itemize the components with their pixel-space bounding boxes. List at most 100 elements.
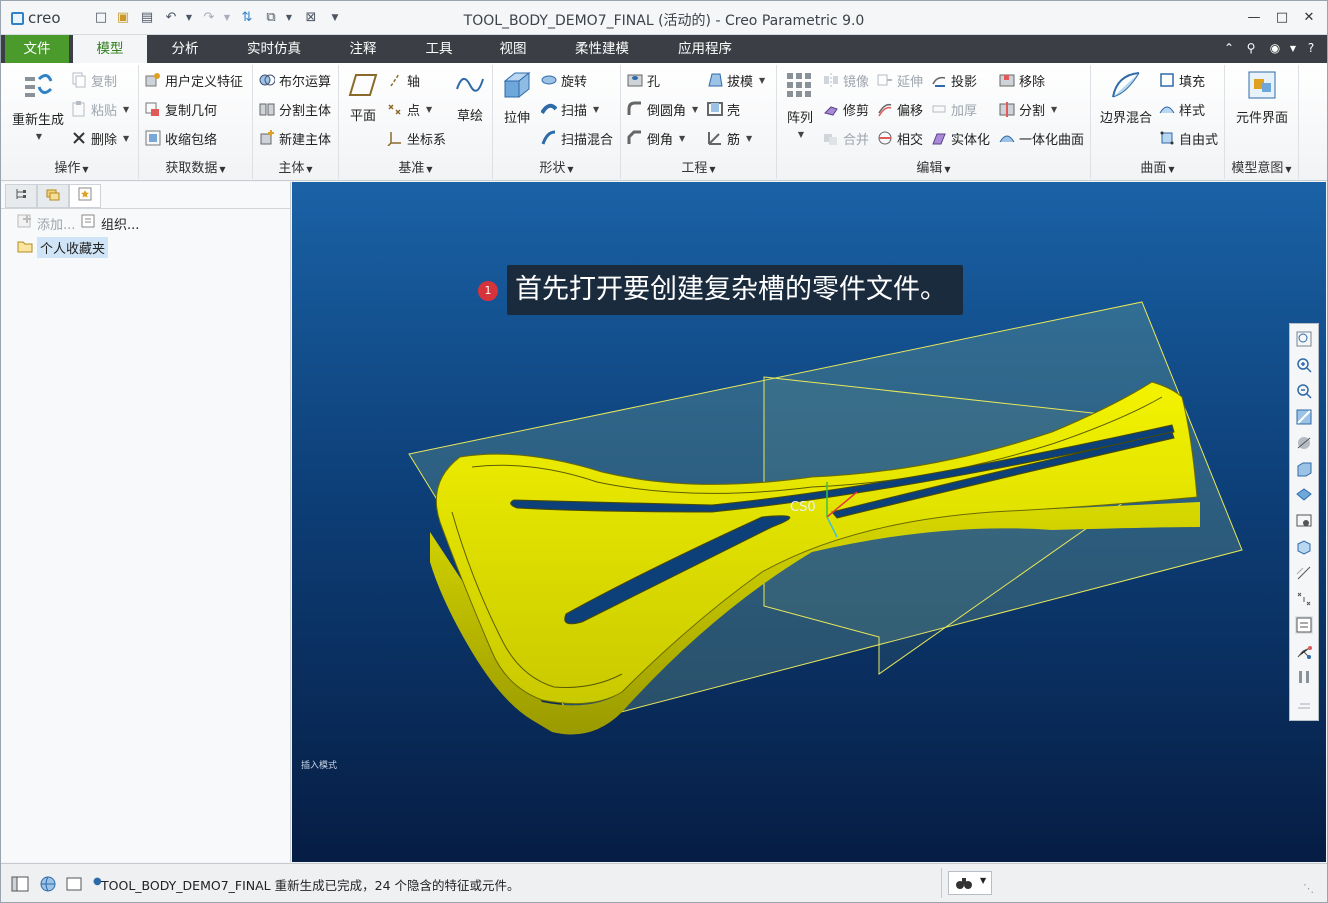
learning-icon[interactable]: ◉ [1267,41,1283,55]
solidify-button[interactable]: 实体化 [931,127,990,149]
style-button[interactable]: 样式 [1159,98,1205,120]
open-folder-icon[interactable]: ▣ [115,10,131,26]
chamfer-button[interactable]: 倒角 ▼ [627,127,685,149]
undo-dropdown-icon[interactable]: ▼ [181,10,197,26]
sketch-button[interactable]: 草绘 [451,71,489,124]
datum-points-display-icon[interactable] [1295,590,1313,608]
regenerate-quick-icon[interactable]: ⇅ [239,10,255,26]
tab-flexible-modeling[interactable]: 柔性建模 [567,35,637,63]
group-shapes-label[interactable]: 形状 ▼ [493,157,620,176]
windows-icon[interactable]: ⧉ [263,10,279,26]
favorites-tab[interactable] [69,184,101,208]
new-body-button[interactable]: 新建主体 [259,127,331,149]
draft-button[interactable]: 拔模 ▼ [707,69,765,91]
boolean-button[interactable]: 布尔运算 [259,69,331,91]
hole-button[interactable]: 孔 [627,69,660,91]
revolve-button[interactable]: 旋转 [541,69,587,91]
graphics-window[interactable]: 1 首先打开要创建复杂槽的零件文件。 CS0 插入模式 [292,182,1326,862]
toggle-browser-icon[interactable] [39,875,57,893]
redo-dropdown-icon[interactable]: ▼ [219,10,235,26]
annotation-display-icon[interactable] [1295,616,1313,634]
copy-button[interactable]: 复制 [71,69,117,91]
view-manager-icon[interactable] [1295,512,1313,530]
boundary-blend-button[interactable]: 边界混合 [1095,69,1157,126]
organize-favorites-button[interactable]: 组织... [81,213,139,233]
point-button[interactable]: 点 ▼ [387,98,432,120]
toggle-navigator-icon[interactable] [11,875,29,893]
group-surfaces-label[interactable]: 曲面 ▼ [1091,157,1224,176]
delete-button[interactable]: 删除 ▼ [71,127,129,149]
extend-button[interactable]: 延伸 [877,69,923,91]
favorites-folder[interactable]: 个人收藏夹 [17,237,109,258]
undo-icon[interactable]: ↶ [163,10,179,26]
minimize-button[interactable]: — [1243,8,1265,28]
customize-toolbar-icon[interactable]: ▼ [327,10,343,26]
mirror-button[interactable]: 镜像 [823,69,869,91]
help-icon[interactable]: ? [1303,41,1319,55]
offset-button[interactable]: 偏移 [877,98,923,120]
pattern-button[interactable]: 阵列 ▼ [781,69,819,141]
selection-filter[interactable]: ▼ [948,871,992,895]
maximize-button[interactable]: □ [1271,8,1293,28]
thicken-button[interactable]: 加厚 [931,98,977,120]
close-window-quick-icon[interactable]: ⊠ [303,10,319,26]
split-button[interactable]: 分割 ▼ [999,98,1057,120]
filter-dropdown-icon[interactable]: ▼ [980,876,986,885]
tab-view[interactable]: 视图 [485,35,541,63]
tab-applications[interactable]: 应用程序 [669,35,741,63]
axis-button[interactable]: 轴 [387,69,420,91]
tab-annotate[interactable]: 注释 [335,35,391,63]
rib-button[interactable]: 筋 ▼ [707,127,752,149]
group-get-data-label[interactable]: 获取数据 ▼ [139,157,252,176]
plane-button[interactable]: 平面 [345,71,381,124]
add-favorite-button[interactable]: 添加... [17,213,75,233]
sweep-button[interactable]: 扫描 ▼ [540,98,599,120]
resize-grip-icon[interactable]: ⋱ [1303,882,1314,895]
tab-model[interactable]: 模型 [73,35,147,63]
udf-button[interactable]: 用户定义特征 [145,69,243,91]
extrude-button[interactable]: 拉伸 [497,69,537,126]
section-icon[interactable] [1295,538,1313,556]
remove-button[interactable]: 移除 [999,69,1045,91]
intersect-button[interactable]: 相交 [877,127,923,149]
group-model-intent-label[interactable]: 模型意图 ▼ [1225,157,1298,176]
tab-analysis[interactable]: 分析 [157,35,213,63]
paste-button[interactable]: 粘贴 ▼ [71,98,129,120]
group-datum-label[interactable]: 基准 ▼ [339,157,492,176]
group-body-label[interactable]: 主体 ▼ [253,157,338,176]
shell-button[interactable]: 壳 [707,98,740,120]
saved-views-icon[interactable] [1295,460,1313,478]
close-button[interactable]: ✕ [1298,8,1320,28]
shrinkwrap-button[interactable]: 收缩包络 [145,127,217,149]
fill-button[interactable]: 填充 [1159,69,1205,91]
tab-live-simulation[interactable]: 实时仿真 [237,35,311,63]
copy-geometry-button[interactable]: 复制几何 [145,98,217,120]
folder-browser-tab[interactable] [37,184,69,208]
project-button[interactable]: 投影 [931,69,977,91]
group-operations-label[interactable]: 操作 ▼ [5,157,138,176]
csys-display-icon[interactable] [1295,642,1313,660]
unify-surfaces-button[interactable]: 一体化曲面 [999,127,1084,149]
regenerate-button[interactable]: 重新生成 ▼ [9,69,67,143]
merge-button[interactable]: 合并 [823,127,869,149]
trim-button[interactable]: 修剪 [823,98,869,120]
windows-dropdown-icon[interactable]: ▼ [281,10,297,26]
collapse-ribbon-icon[interactable]: ⌃ [1221,41,1237,55]
new-file-icon[interactable]: □ [93,10,109,26]
freestyle-button[interactable]: 自由式 [1159,127,1218,149]
redo-icon[interactable]: ↷ [201,10,217,26]
save-icon[interactable]: ▤ [139,10,155,26]
refit-icon[interactable] [1295,330,1313,348]
pause-icon[interactable] [1295,668,1313,686]
component-interface-button[interactable]: 元件界面 [1229,69,1295,126]
split-body-button[interactable]: 分割主体 [259,98,331,120]
repaint-icon[interactable] [1295,408,1313,426]
zoom-in-icon[interactable] [1295,356,1313,374]
zoom-out-icon[interactable] [1295,382,1313,400]
tab-file[interactable]: 文件 [5,35,69,63]
model-tree-tab[interactable] [5,184,37,208]
search-icon[interactable]: ⚲ [1243,41,1259,55]
full-screen-icon[interactable] [65,875,83,893]
csys-button[interactable]: 坐标系 [387,127,446,149]
perspective-icon[interactable] [1295,434,1313,452]
